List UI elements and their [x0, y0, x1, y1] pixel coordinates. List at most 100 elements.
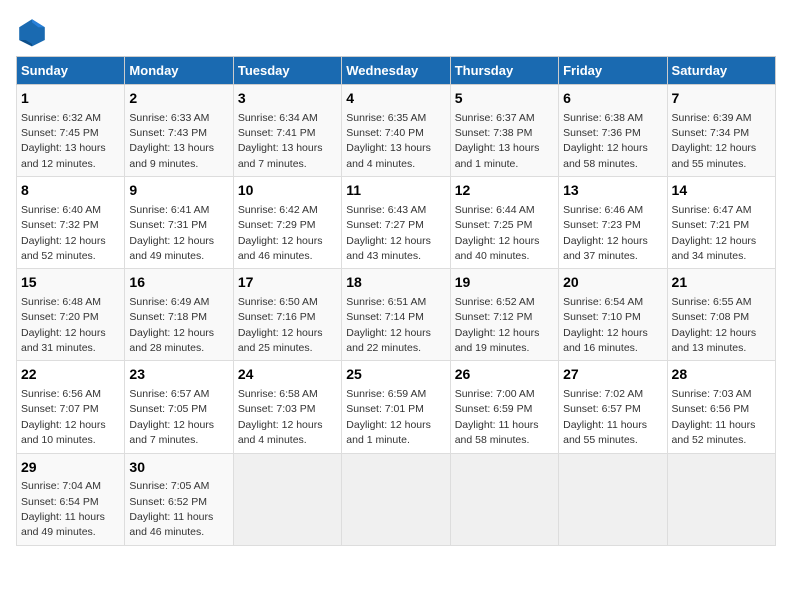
calendar-cell: 8 Sunrise: 6:40 AMSunset: 7:32 PMDayligh…	[17, 177, 125, 269]
day-info: Sunrise: 6:39 AMSunset: 7:34 PMDaylight:…	[672, 112, 757, 170]
day-info: Sunrise: 6:55 AMSunset: 7:08 PMDaylight:…	[672, 296, 757, 354]
col-monday: Monday	[125, 57, 233, 85]
day-info: Sunrise: 6:58 AMSunset: 7:03 PMDaylight:…	[238, 388, 323, 446]
logo	[16, 16, 52, 48]
calendar-cell: 15 Sunrise: 6:48 AMSunset: 7:20 PMDaylig…	[17, 269, 125, 361]
day-number: 1	[21, 89, 120, 109]
calendar-cell: 28 Sunrise: 7:03 AMSunset: 6:56 PMDaylig…	[667, 361, 775, 453]
page-header	[16, 16, 776, 48]
calendar-cell: 1 Sunrise: 6:32 AMSunset: 7:45 PMDayligh…	[17, 85, 125, 177]
logo-icon	[16, 16, 48, 48]
calendar-cell: 16 Sunrise: 6:49 AMSunset: 7:18 PMDaylig…	[125, 269, 233, 361]
day-info: Sunrise: 6:44 AMSunset: 7:25 PMDaylight:…	[455, 204, 540, 262]
calendar-cell: 20 Sunrise: 6:54 AMSunset: 7:10 PMDaylig…	[559, 269, 667, 361]
calendar-cell: 17 Sunrise: 6:50 AMSunset: 7:16 PMDaylig…	[233, 269, 341, 361]
day-number: 15	[21, 273, 120, 293]
day-info: Sunrise: 6:41 AMSunset: 7:31 PMDaylight:…	[129, 204, 214, 262]
col-friday: Friday	[559, 57, 667, 85]
day-info: Sunrise: 6:35 AMSunset: 7:40 PMDaylight:…	[346, 112, 431, 170]
day-info: Sunrise: 7:02 AMSunset: 6:57 PMDaylight:…	[563, 388, 647, 446]
calendar-cell: 29 Sunrise: 7:04 AMSunset: 6:54 PMDaylig…	[17, 453, 125, 545]
calendar-week-row: 22 Sunrise: 6:56 AMSunset: 7:07 PMDaylig…	[17, 361, 776, 453]
calendar-cell	[667, 453, 775, 545]
day-info: Sunrise: 7:00 AMSunset: 6:59 PMDaylight:…	[455, 388, 539, 446]
day-info: Sunrise: 6:57 AMSunset: 7:05 PMDaylight:…	[129, 388, 214, 446]
day-number: 30	[129, 458, 228, 478]
day-number: 12	[455, 181, 554, 201]
calendar-week-row: 8 Sunrise: 6:40 AMSunset: 7:32 PMDayligh…	[17, 177, 776, 269]
day-number: 28	[672, 365, 771, 385]
col-sunday: Sunday	[17, 57, 125, 85]
day-info: Sunrise: 6:32 AMSunset: 7:45 PMDaylight:…	[21, 112, 106, 170]
calendar-cell	[450, 453, 558, 545]
calendar-cell: 4 Sunrise: 6:35 AMSunset: 7:40 PMDayligh…	[342, 85, 450, 177]
day-number: 26	[455, 365, 554, 385]
calendar-cell: 5 Sunrise: 6:37 AMSunset: 7:38 PMDayligh…	[450, 85, 558, 177]
calendar-week-row: 29 Sunrise: 7:04 AMSunset: 6:54 PMDaylig…	[17, 453, 776, 545]
day-info: Sunrise: 6:59 AMSunset: 7:01 PMDaylight:…	[346, 388, 431, 446]
day-info: Sunrise: 6:34 AMSunset: 7:41 PMDaylight:…	[238, 112, 323, 170]
calendar-cell: 23 Sunrise: 6:57 AMSunset: 7:05 PMDaylig…	[125, 361, 233, 453]
day-number: 9	[129, 181, 228, 201]
day-info: Sunrise: 6:51 AMSunset: 7:14 PMDaylight:…	[346, 296, 431, 354]
day-number: 25	[346, 365, 445, 385]
col-tuesday: Tuesday	[233, 57, 341, 85]
day-info: Sunrise: 6:38 AMSunset: 7:36 PMDaylight:…	[563, 112, 648, 170]
day-info: Sunrise: 6:48 AMSunset: 7:20 PMDaylight:…	[21, 296, 106, 354]
day-info: Sunrise: 6:33 AMSunset: 7:43 PMDaylight:…	[129, 112, 214, 170]
day-number: 14	[672, 181, 771, 201]
day-info: Sunrise: 6:46 AMSunset: 7:23 PMDaylight:…	[563, 204, 648, 262]
col-wednesday: Wednesday	[342, 57, 450, 85]
calendar-week-row: 1 Sunrise: 6:32 AMSunset: 7:45 PMDayligh…	[17, 85, 776, 177]
day-number: 6	[563, 89, 662, 109]
day-info: Sunrise: 6:56 AMSunset: 7:07 PMDaylight:…	[21, 388, 106, 446]
day-number: 13	[563, 181, 662, 201]
calendar-cell: 21 Sunrise: 6:55 AMSunset: 7:08 PMDaylig…	[667, 269, 775, 361]
calendar-cell: 11 Sunrise: 6:43 AMSunset: 7:27 PMDaylig…	[342, 177, 450, 269]
day-number: 27	[563, 365, 662, 385]
day-number: 4	[346, 89, 445, 109]
day-info: Sunrise: 6:50 AMSunset: 7:16 PMDaylight:…	[238, 296, 323, 354]
calendar-cell: 9 Sunrise: 6:41 AMSunset: 7:31 PMDayligh…	[125, 177, 233, 269]
calendar-cell: 3 Sunrise: 6:34 AMSunset: 7:41 PMDayligh…	[233, 85, 341, 177]
day-info: Sunrise: 7:03 AMSunset: 6:56 PMDaylight:…	[672, 388, 756, 446]
day-number: 16	[129, 273, 228, 293]
day-number: 21	[672, 273, 771, 293]
day-number: 22	[21, 365, 120, 385]
day-number: 18	[346, 273, 445, 293]
day-info: Sunrise: 6:47 AMSunset: 7:21 PMDaylight:…	[672, 204, 757, 262]
calendar-cell: 22 Sunrise: 6:56 AMSunset: 7:07 PMDaylig…	[17, 361, 125, 453]
calendar-week-row: 15 Sunrise: 6:48 AMSunset: 7:20 PMDaylig…	[17, 269, 776, 361]
calendar-cell: 13 Sunrise: 6:46 AMSunset: 7:23 PMDaylig…	[559, 177, 667, 269]
day-number: 3	[238, 89, 337, 109]
day-number: 23	[129, 365, 228, 385]
calendar-cell: 30 Sunrise: 7:05 AMSunset: 6:52 PMDaylig…	[125, 453, 233, 545]
day-number: 2	[129, 89, 228, 109]
day-info: Sunrise: 7:04 AMSunset: 6:54 PMDaylight:…	[21, 480, 105, 538]
calendar-cell: 24 Sunrise: 6:58 AMSunset: 7:03 PMDaylig…	[233, 361, 341, 453]
day-number: 20	[563, 273, 662, 293]
day-number: 24	[238, 365, 337, 385]
calendar-cell: 12 Sunrise: 6:44 AMSunset: 7:25 PMDaylig…	[450, 177, 558, 269]
calendar-cell: 6 Sunrise: 6:38 AMSunset: 7:36 PMDayligh…	[559, 85, 667, 177]
calendar-cell: 2 Sunrise: 6:33 AMSunset: 7:43 PMDayligh…	[125, 85, 233, 177]
calendar-cell	[559, 453, 667, 545]
calendar-cell: 27 Sunrise: 7:02 AMSunset: 6:57 PMDaylig…	[559, 361, 667, 453]
calendar-cell: 14 Sunrise: 6:47 AMSunset: 7:21 PMDaylig…	[667, 177, 775, 269]
calendar-table: Sunday Monday Tuesday Wednesday Thursday…	[16, 56, 776, 546]
calendar-cell: 25 Sunrise: 6:59 AMSunset: 7:01 PMDaylig…	[342, 361, 450, 453]
calendar-cell: 18 Sunrise: 6:51 AMSunset: 7:14 PMDaylig…	[342, 269, 450, 361]
day-number: 8	[21, 181, 120, 201]
day-info: Sunrise: 6:43 AMSunset: 7:27 PMDaylight:…	[346, 204, 431, 262]
day-info: Sunrise: 6:37 AMSunset: 7:38 PMDaylight:…	[455, 112, 540, 170]
day-info: Sunrise: 7:05 AMSunset: 6:52 PMDaylight:…	[129, 480, 213, 538]
day-info: Sunrise: 6:54 AMSunset: 7:10 PMDaylight:…	[563, 296, 648, 354]
col-thursday: Thursday	[450, 57, 558, 85]
day-info: Sunrise: 6:52 AMSunset: 7:12 PMDaylight:…	[455, 296, 540, 354]
day-number: 5	[455, 89, 554, 109]
calendar-cell: 7 Sunrise: 6:39 AMSunset: 7:34 PMDayligh…	[667, 85, 775, 177]
day-number: 29	[21, 458, 120, 478]
col-saturday: Saturday	[667, 57, 775, 85]
calendar-cell	[342, 453, 450, 545]
day-number: 11	[346, 181, 445, 201]
